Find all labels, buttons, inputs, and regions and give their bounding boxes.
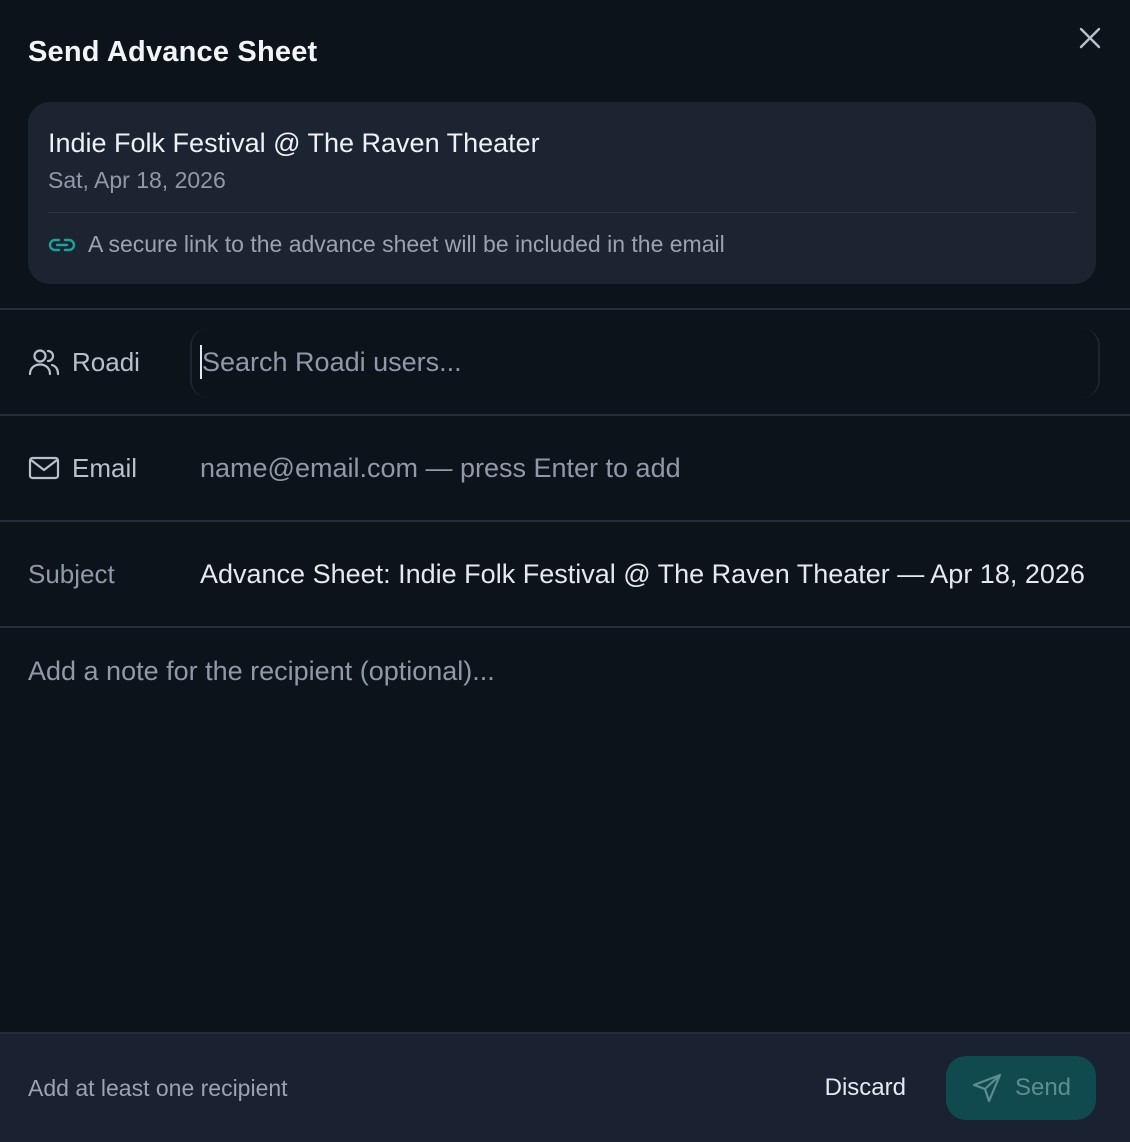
event-date: Sat, Apr 18, 2026 [48,167,226,193]
card-divider [48,212,1076,213]
dialog-header: Send Advance Sheet [0,0,1130,102]
subject-field-row: Subject Advance Sheet: Indie Folk Festiv… [0,522,1130,626]
dialog-footer: Add at least one recipient Discard Send [0,1032,1130,1142]
discard-button[interactable]: Discard [825,1074,906,1102]
users-icon [28,346,60,378]
email-field-row: Email [0,416,1130,520]
send-icon [971,1072,1003,1104]
close-icon [1079,27,1101,49]
mail-icon [28,452,60,484]
note-area [0,628,1130,1032]
roadi-search-input[interactable] [200,345,1130,379]
event-name: Indie Folk Festival @ The Raven Theater [48,128,540,158]
note-textarea[interactable] [28,656,1102,1004]
close-button[interactable] [1078,26,1102,50]
secure-link-note: A secure link to the advance sheet will … [48,231,1076,258]
send-button[interactable]: Send [946,1056,1096,1120]
roadi-field-row: Roadi [0,310,1130,414]
recipient-hint: Add at least one recipient [28,1074,288,1101]
link-icon [48,235,76,255]
event-card: Indie Folk Festival @ The Raven Theater … [28,102,1096,284]
send-advance-sheet-dialog: Send Advance Sheet Indie Folk Festival @… [0,0,1130,1142]
email-label: Email [0,452,200,484]
subject-input[interactable]: Advance Sheet: Indie Folk Festival @ The… [200,559,1088,590]
subject-label: Subject [28,558,115,589]
secure-link-text: A secure link to the advance sheet will … [88,231,725,257]
dialog-title: Send Advance Sheet [28,36,318,68]
roadi-label: Roadi [0,346,200,378]
send-label: Send [1014,1074,1072,1101]
email-input[interactable] [200,452,1130,484]
